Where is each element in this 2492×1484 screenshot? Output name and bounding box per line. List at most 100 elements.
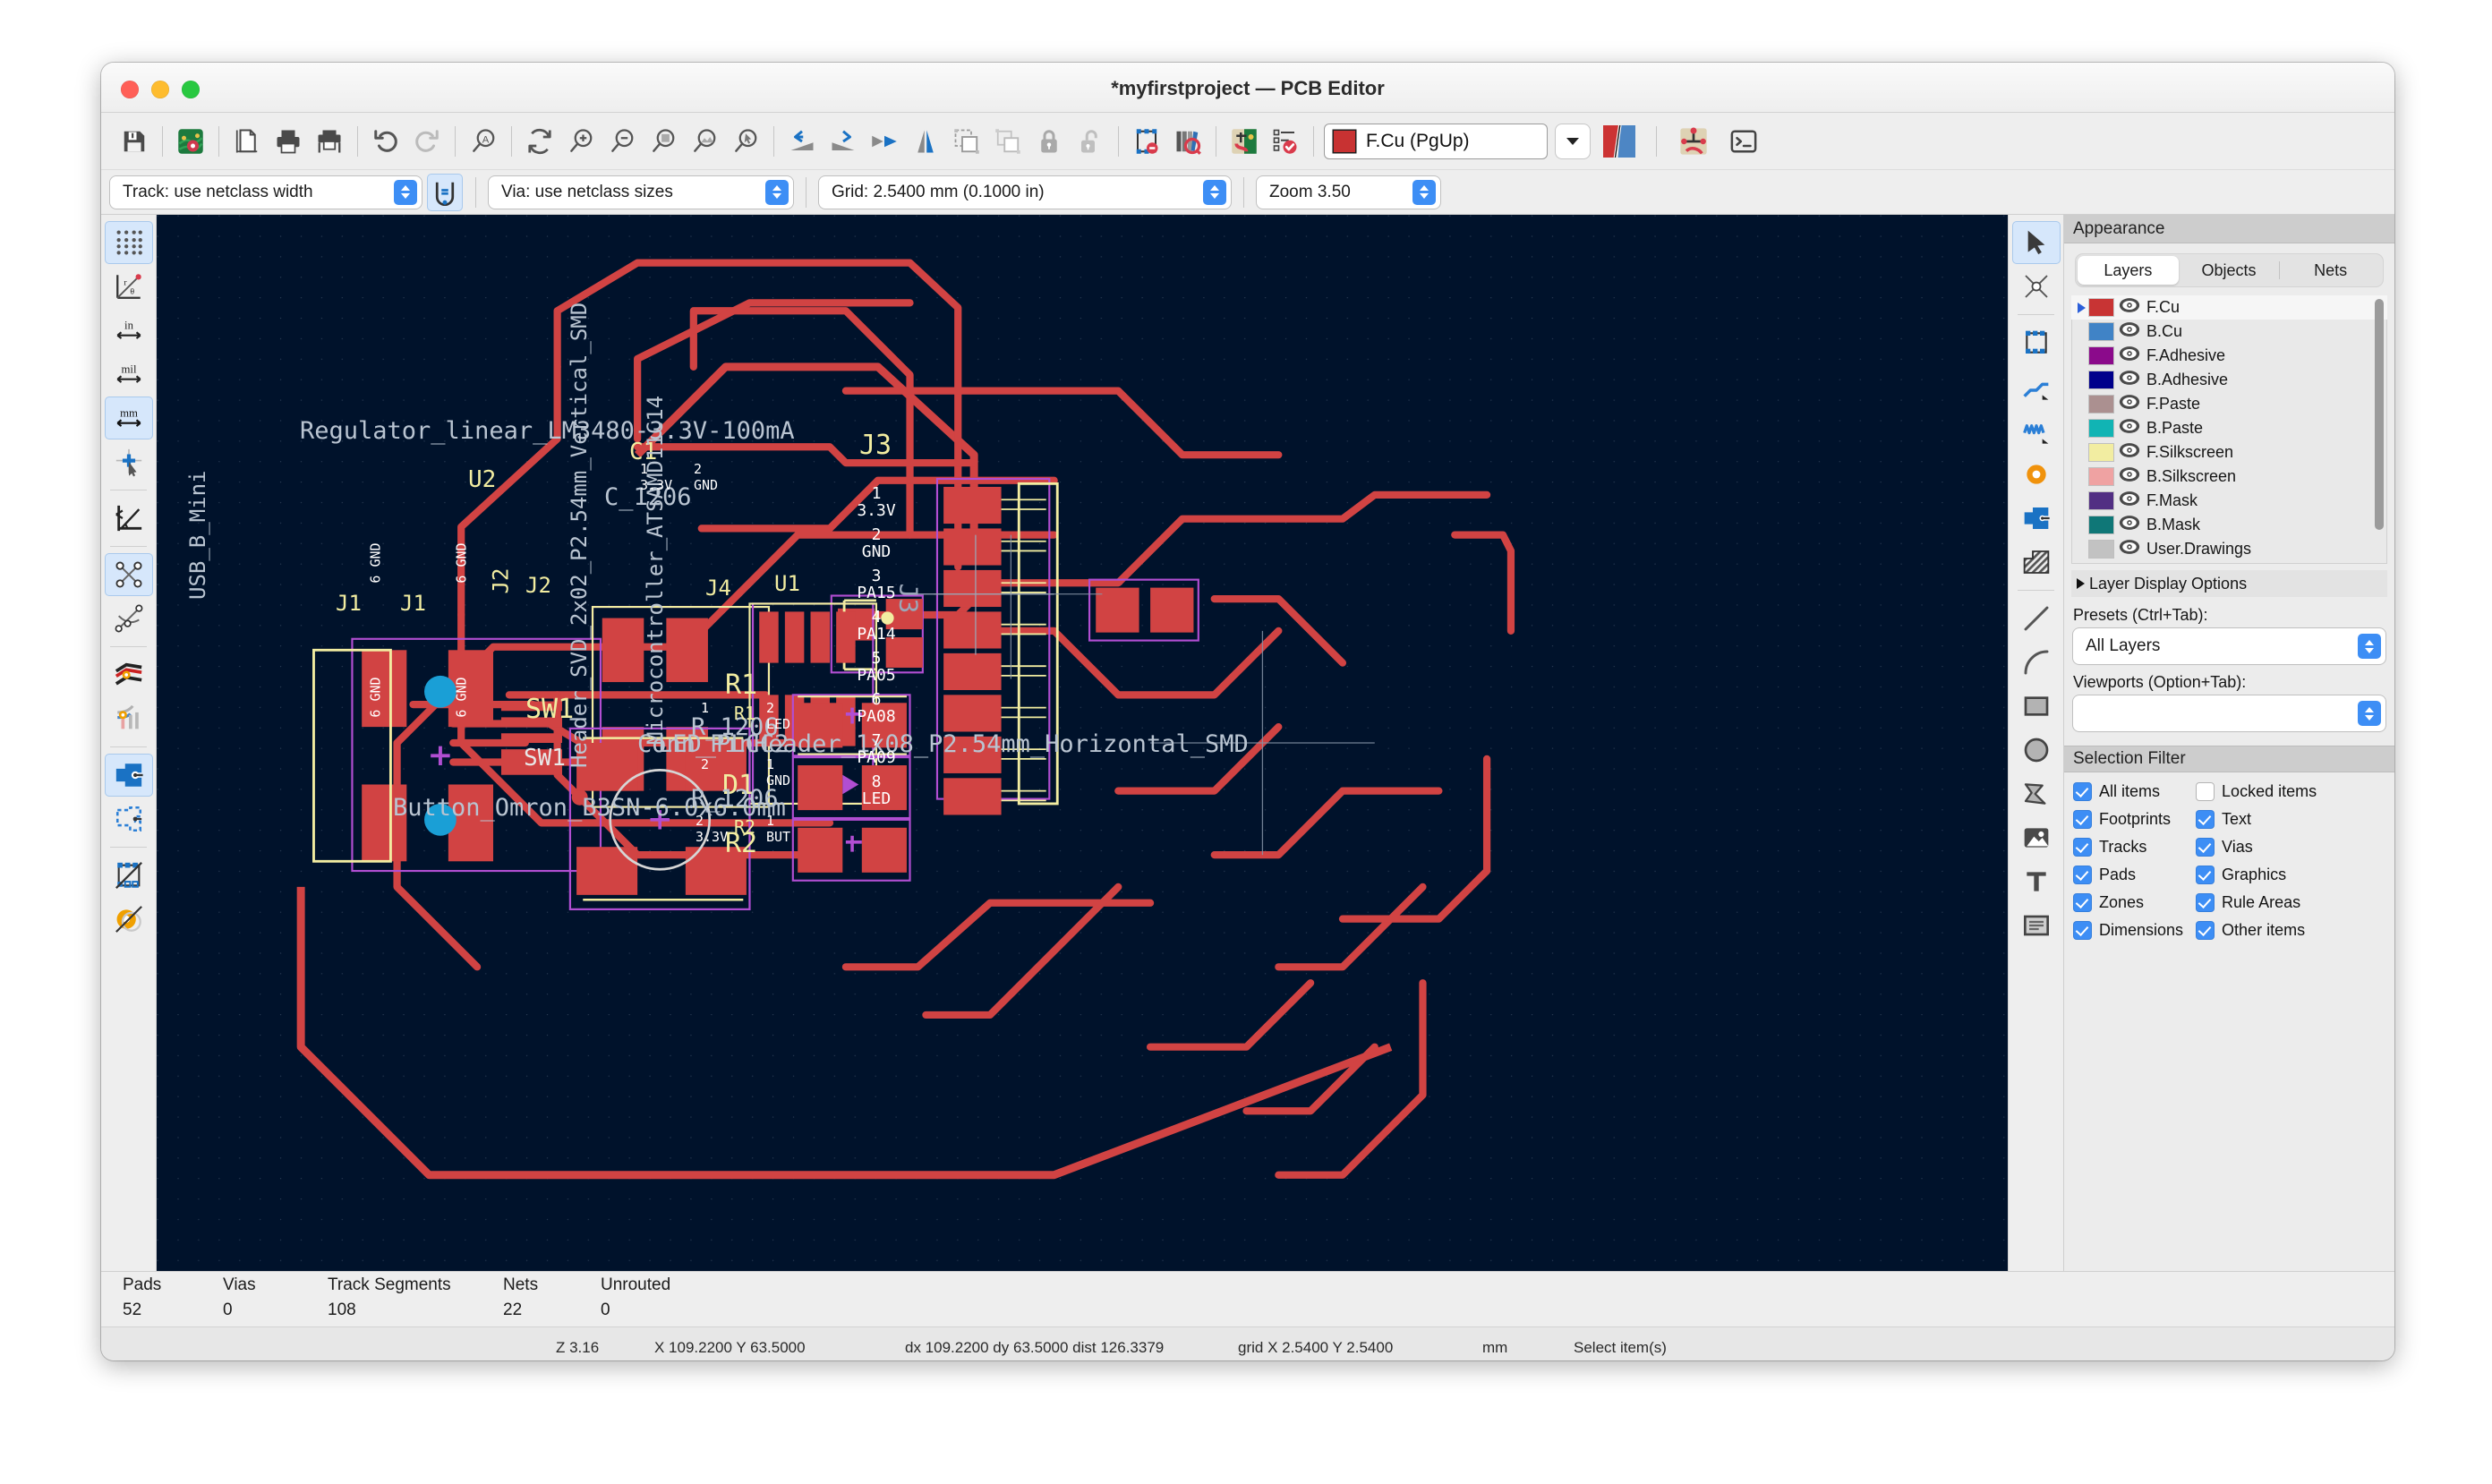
add-textbox-tool-button[interactable] bbox=[2012, 904, 2061, 947]
zoom-fit-button[interactable] bbox=[643, 121, 684, 162]
zoom-stepper[interactable] bbox=[1412, 179, 1436, 205]
layer-visibility-toggle[interactable] bbox=[2119, 490, 2146, 511]
add-image-tool-button[interactable] bbox=[2012, 816, 2061, 859]
grid-select[interactable]: Grid: 2.5400 mm (0.1000 in) bbox=[819, 175, 1231, 209]
layer-color-swatch[interactable] bbox=[2089, 516, 2113, 533]
layer-row-b-silkscreen[interactable]: B.Silkscreen bbox=[2071, 465, 2387, 489]
footprint-library-button[interactable] bbox=[1167, 121, 1208, 162]
viewports-select[interactable] bbox=[2073, 695, 2385, 731]
draw-line-tool-button[interactable] bbox=[2012, 597, 2061, 640]
selection-filter-row-dimensions[interactable]: Dimensions bbox=[2073, 918, 2183, 942]
zoom-in-button[interactable] bbox=[560, 121, 602, 162]
zone-display-outline-button[interactable] bbox=[105, 797, 153, 840]
draw-polygon-tool-button[interactable] bbox=[2012, 772, 2061, 815]
zoom-area-button[interactable] bbox=[725, 121, 766, 162]
selection-filter-row-zones[interactable]: Zones bbox=[2073, 891, 2183, 915]
tab-nets[interactable]: Nets bbox=[2280, 256, 2381, 285]
units-mm-button[interactable]: mm bbox=[105, 397, 153, 439]
zoom-select[interactable]: Zoom 3.50 bbox=[1257, 175, 1440, 209]
group-button[interactable] bbox=[946, 121, 987, 162]
plot-button[interactable] bbox=[309, 121, 350, 162]
netclass-track-icon[interactable] bbox=[427, 173, 463, 211]
selection-filter-row-footprints[interactable]: Footprints bbox=[2073, 807, 2183, 832]
tab-layers[interactable]: Layers bbox=[2078, 256, 2179, 285]
layer-row-b-paste[interactable]: B.Paste bbox=[2071, 416, 2387, 440]
refresh-button[interactable] bbox=[519, 121, 560, 162]
checkbox-graphics[interactable] bbox=[2196, 866, 2215, 884]
full-crosshair-button[interactable] bbox=[105, 440, 153, 483]
print-button[interactable] bbox=[268, 121, 309, 162]
add-zone-tool-button[interactable] bbox=[2012, 497, 2061, 540]
chevron-down-icon[interactable] bbox=[1556, 124, 1590, 158]
checkbox-tracks[interactable] bbox=[2073, 838, 2092, 857]
zoom-objects-button[interactable] bbox=[684, 121, 725, 162]
layer-row-f-paste[interactable]: F.Paste bbox=[2071, 392, 2387, 416]
checkbox-dimensions[interactable] bbox=[2073, 921, 2092, 940]
save-button[interactable] bbox=[114, 121, 155, 162]
layer-color-swatch[interactable] bbox=[2089, 420, 2113, 437]
layer-color-swatch[interactable] bbox=[2089, 396, 2113, 413]
polar-coordinates-button[interactable]: rθ bbox=[105, 265, 153, 308]
draw-circle-tool-button[interactable] bbox=[2012, 729, 2061, 772]
flip-horizontal-button[interactable] bbox=[864, 121, 905, 162]
checkbox-pads[interactable] bbox=[2073, 866, 2092, 884]
ungroup-button[interactable] bbox=[987, 121, 1028, 162]
viewports-stepper[interactable] bbox=[2358, 701, 2381, 726]
layer-visibility-toggle[interactable] bbox=[2119, 418, 2146, 439]
layers-scrollbar[interactable] bbox=[2375, 299, 2384, 541]
layer-row-b-cu[interactable]: B.Cu bbox=[2071, 320, 2387, 344]
presets-stepper[interactable] bbox=[2358, 634, 2381, 659]
update-pcb-button[interactable] bbox=[1224, 121, 1265, 162]
footprint-editor-button[interactable] bbox=[1126, 121, 1167, 162]
tune-length-tool-button[interactable] bbox=[2012, 409, 2061, 452]
layer-color-swatch[interactable] bbox=[2089, 323, 2113, 340]
layer-visibility-toggle[interactable] bbox=[2119, 321, 2146, 342]
layer-row-b-mask[interactable]: B.Mask bbox=[2071, 513, 2387, 537]
layer-visibility-toggle[interactable] bbox=[2119, 466, 2146, 487]
select-tool-button[interactable] bbox=[2012, 221, 2061, 264]
via-size-stepper[interactable] bbox=[765, 179, 789, 205]
unlock-button[interactable] bbox=[1070, 121, 1111, 162]
layer-visibility-toggle[interactable] bbox=[2119, 539, 2146, 559]
checkbox-rule-areas[interactable] bbox=[2196, 893, 2215, 912]
board-setup-button[interactable] bbox=[170, 121, 211, 162]
zoom-out-button[interactable] bbox=[602, 121, 643, 162]
route-tracks-tool-button[interactable] bbox=[2012, 365, 2061, 408]
layers-list[interactable]: F.Cu B.Cu F.Adhesive B.Adhesive F.Paste B.Pas… bbox=[2071, 295, 2387, 564]
units-mils-button[interactable]: mil bbox=[105, 353, 153, 396]
footprint-outline-mode-button[interactable] bbox=[105, 854, 153, 897]
selection-filter-row-rule-areas[interactable]: Rule Areas bbox=[2196, 891, 2317, 915]
layer-color-swatch[interactable] bbox=[2089, 541, 2113, 558]
track-width-select[interactable]: Track: use netclass width bbox=[110, 175, 422, 209]
via-hole-mode-button[interactable] bbox=[105, 898, 153, 941]
add-text-tool-button[interactable] bbox=[2012, 860, 2061, 903]
layer-visibility-toggle[interactable] bbox=[2119, 297, 2146, 318]
layer-visibility-toggle[interactable] bbox=[2119, 563, 2146, 564]
place-footprint-tool-button[interactable] bbox=[2012, 321, 2061, 364]
layer-visibility-toggle[interactable] bbox=[2119, 394, 2146, 414]
layer-row-user-comments[interactable]: User.Comments bbox=[2071, 561, 2387, 564]
undo-button[interactable] bbox=[365, 121, 406, 162]
layer-row-f-silkscreen[interactable]: F.Silkscreen bbox=[2071, 440, 2387, 465]
layer-visibility-toggle[interactable] bbox=[2119, 442, 2146, 463]
page-settings-button[interactable] bbox=[226, 121, 268, 162]
checkbox-locked-items[interactable] bbox=[2196, 782, 2215, 801]
selection-filter-row-graphics[interactable]: Graphics bbox=[2196, 863, 2317, 887]
layer-visibility-toggle[interactable] bbox=[2119, 345, 2146, 366]
grid-stepper[interactable] bbox=[1203, 179, 1226, 205]
track-width-stepper[interactable] bbox=[394, 179, 417, 205]
flip-vertical-button[interactable] bbox=[905, 121, 946, 162]
layer-color-swatch[interactable] bbox=[2089, 444, 2113, 461]
via-size-select[interactable]: Via: use netclass sizes bbox=[489, 175, 793, 209]
toggle-grid-button[interactable] bbox=[105, 221, 153, 264]
pad-display-mode-button[interactable] bbox=[105, 754, 153, 797]
layer-row-user-drawings[interactable]: User.Drawings bbox=[2071, 537, 2387, 561]
layer-visibility-toggle[interactable] bbox=[2119, 370, 2146, 390]
rotate-cw-button[interactable] bbox=[823, 121, 864, 162]
add-rule-area-tool-button[interactable] bbox=[2012, 541, 2061, 584]
selection-filter-row-locked-items[interactable]: Locked items bbox=[2196, 780, 2317, 804]
redo-button[interactable] bbox=[406, 121, 448, 162]
layer-color-swatch[interactable] bbox=[2089, 492, 2113, 509]
checkbox-zones[interactable] bbox=[2073, 893, 2092, 912]
pcb-canvas[interactable]: U2 C1 J3 SW1 R1 D1 R2 J1 J1 U1 J4 J2 J2 … bbox=[157, 215, 2008, 1271]
